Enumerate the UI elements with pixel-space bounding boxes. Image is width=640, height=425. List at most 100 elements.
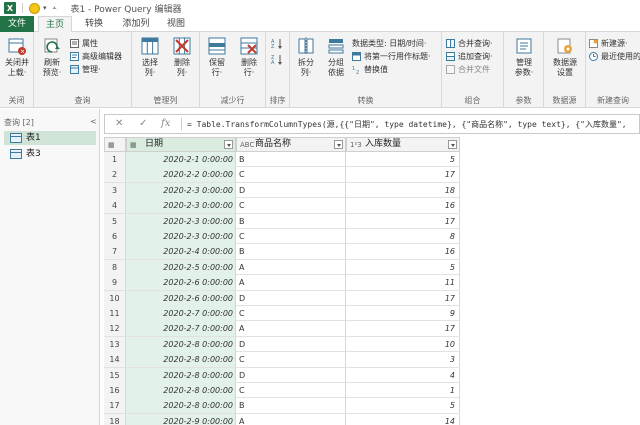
cell-quantity[interactable]: 17 xyxy=(346,321,460,337)
cell-quantity[interactable]: 8 xyxy=(346,229,460,244)
cell-quantity[interactable]: 5 xyxy=(346,259,460,275)
advanced-editor-button[interactable]: 高级编辑器 xyxy=(70,51,122,62)
cell-date[interactable]: 2020-2-6 0:00:00 xyxy=(126,275,236,291)
remove-rows-button[interactable]: 删除 行· xyxy=(233,36,265,78)
manage-query-button[interactable]: 管理· xyxy=(70,64,101,75)
cell-product[interactable]: B xyxy=(236,398,346,414)
cell-date[interactable]: 2020-2-6 0:00:00 xyxy=(126,290,236,306)
table-menu-button[interactable]: ▦ xyxy=(104,137,126,152)
table-row[interactable]: 4 2020-2-3 0:00:00 C 16 xyxy=(104,198,460,214)
table-row[interactable]: 11 2020-2-7 0:00:00 C 9 xyxy=(104,306,460,322)
table-row[interactable]: 9 2020-2-6 0:00:00 A 11 xyxy=(104,275,460,291)
row-number[interactable]: 1 xyxy=(104,152,126,167)
combine-files-button[interactable]: 合并文件 xyxy=(446,64,490,75)
row-number[interactable]: 6 xyxy=(104,229,126,244)
cell-date[interactable]: 2020-2-8 0:00:00 xyxy=(126,383,236,398)
row-number[interactable]: 9 xyxy=(104,275,126,291)
customize-toolbar-icon[interactable]: ⩡ xyxy=(53,4,57,13)
cell-date[interactable]: 2020-2-3 0:00:00 xyxy=(126,229,236,244)
cell-product[interactable]: A xyxy=(236,413,346,425)
row-number[interactable]: 14 xyxy=(104,352,126,368)
cancel-formula-button[interactable]: ✕ xyxy=(115,118,123,129)
cell-quantity[interactable]: 1 xyxy=(346,383,460,398)
cell-quantity[interactable]: 11 xyxy=(346,275,460,291)
cell-product[interactable]: C xyxy=(236,352,346,368)
cell-product[interactable]: C xyxy=(236,167,346,183)
row-number[interactable]: 12 xyxy=(104,321,126,337)
tab-add-column[interactable]: 添加列 xyxy=(116,16,156,32)
table-row[interactable]: 18 2020-2-9 0:00:00 A 14 xyxy=(104,413,460,425)
replace-values-button[interactable]: 1 2 替换值 xyxy=(352,64,388,76)
cell-product[interactable]: D xyxy=(236,290,346,306)
filter-dropdown-icon[interactable] xyxy=(334,140,343,149)
text-type-icon[interactable]: ABC xyxy=(240,139,254,152)
table-row[interactable]: 8 2020-2-5 0:00:00 A 5 xyxy=(104,259,460,276)
first-row-headers-button[interactable]: 将第一行用作标题· xyxy=(352,51,431,62)
keep-rows-button[interactable]: 保留 行· xyxy=(201,36,233,78)
fx-icon[interactable]: fx xyxy=(161,118,170,129)
cell-product[interactable]: C xyxy=(236,229,346,244)
cell-quantity[interactable]: 10 xyxy=(346,336,460,352)
cell-quantity[interactable]: 5 xyxy=(346,152,460,167)
cell-quantity[interactable]: 14 xyxy=(346,413,460,425)
properties-button[interactable]: 属性 xyxy=(70,38,98,49)
merge-queries-button[interactable]: 合并查询· xyxy=(446,38,493,49)
cell-quantity[interactable]: 9 xyxy=(346,306,460,321)
table-row[interactable]: 1 2020-2-1 0:00:00 B 5 xyxy=(104,152,460,168)
cell-date[interactable]: 2020-2-8 0:00:00 xyxy=(126,336,236,352)
column-header-product[interactable]: ABC 商品名称 xyxy=(236,137,346,152)
tab-view[interactable]: 视图 xyxy=(162,16,190,32)
data-type-button[interactable]: 数据类型: 日期/时间· xyxy=(352,38,426,49)
group-by-button[interactable]: 分组 依据 xyxy=(320,36,352,78)
recent-sources-button[interactable]: 最近使用的 xyxy=(589,51,640,62)
row-number[interactable]: 11 xyxy=(104,306,126,321)
cell-quantity[interactable]: 16 xyxy=(346,244,460,260)
table-row[interactable]: 13 2020-2-8 0:00:00 D 10 xyxy=(104,336,460,353)
cell-date[interactable]: 2020-2-1 0:00:00 xyxy=(126,152,236,167)
table-row[interactable]: 12 2020-2-7 0:00:00 A 17 xyxy=(104,321,460,337)
sort-ascending-button[interactable]: AZ xyxy=(271,38,283,50)
cell-product[interactable]: D xyxy=(236,367,346,383)
cell-quantity[interactable]: 4 xyxy=(346,367,460,383)
cell-date[interactable]: 2020-2-9 0:00:00 xyxy=(126,413,236,425)
cell-product[interactable]: A xyxy=(236,321,346,337)
table-row[interactable]: 16 2020-2-8 0:00:00 C 1 xyxy=(104,383,460,399)
row-number[interactable]: 18 xyxy=(104,413,126,425)
choose-columns-button[interactable]: 选择 列· xyxy=(134,36,166,78)
row-number[interactable]: 8 xyxy=(104,259,126,275)
cell-quantity[interactable]: 17 xyxy=(346,213,460,229)
cell-product[interactable]: B xyxy=(236,152,346,167)
cell-quantity[interactable]: 5 xyxy=(346,398,460,414)
query-item-table1[interactable]: 表1 xyxy=(4,131,96,145)
cell-date[interactable]: 2020-2-8 0:00:00 xyxy=(126,398,236,414)
data-source-settings-button[interactable]: 数据源 设置 xyxy=(549,36,581,78)
cell-date[interactable]: 2020-2-7 0:00:00 xyxy=(126,306,236,321)
append-queries-button[interactable]: 追加查询· xyxy=(446,51,493,62)
row-number[interactable]: 7 xyxy=(104,244,126,260)
cell-date[interactable]: 2020-2-3 0:00:00 xyxy=(126,213,236,229)
tab-transform[interactable]: 转换 xyxy=(80,16,108,32)
split-column-button[interactable]: 拆分 列· xyxy=(290,36,322,78)
table-row[interactable]: 17 2020-2-8 0:00:00 B 5 xyxy=(104,398,460,414)
smiley-icon[interactable] xyxy=(29,2,40,14)
cell-quantity[interactable]: 17 xyxy=(346,290,460,306)
cell-date[interactable]: 2020-2-3 0:00:00 xyxy=(126,182,236,198)
confirm-formula-button[interactable]: ✓ xyxy=(139,118,147,129)
close-and-load-button[interactable]: ✕ 关闭并 上载· xyxy=(1,36,33,78)
cell-product[interactable]: A xyxy=(236,275,346,291)
row-number[interactable]: 15 xyxy=(104,367,126,383)
cell-date[interactable]: 2020-2-8 0:00:00 xyxy=(126,352,236,368)
column-header-quantity[interactable]: 1²3 入库数量 xyxy=(346,137,460,152)
dropdown-arrow-icon[interactable]: ▾ xyxy=(43,4,47,12)
cell-quantity[interactable]: 3 xyxy=(346,352,460,368)
table-row[interactable]: 5 2020-2-3 0:00:00 B 17 xyxy=(104,213,460,229)
cell-product[interactable]: B xyxy=(236,213,346,229)
table-row[interactable]: 14 2020-2-8 0:00:00 C 3 xyxy=(104,352,460,368)
remove-columns-button[interactable]: 删除 列· xyxy=(166,36,198,78)
cell-product[interactable]: D xyxy=(236,336,346,352)
row-number[interactable]: 17 xyxy=(104,398,126,414)
cell-product[interactable]: C xyxy=(236,306,346,321)
number-type-icon[interactable]: 1²3 xyxy=(350,139,362,152)
cell-date[interactable]: 2020-2-8 0:00:00 xyxy=(126,367,236,383)
cell-product[interactable]: A xyxy=(236,259,346,275)
